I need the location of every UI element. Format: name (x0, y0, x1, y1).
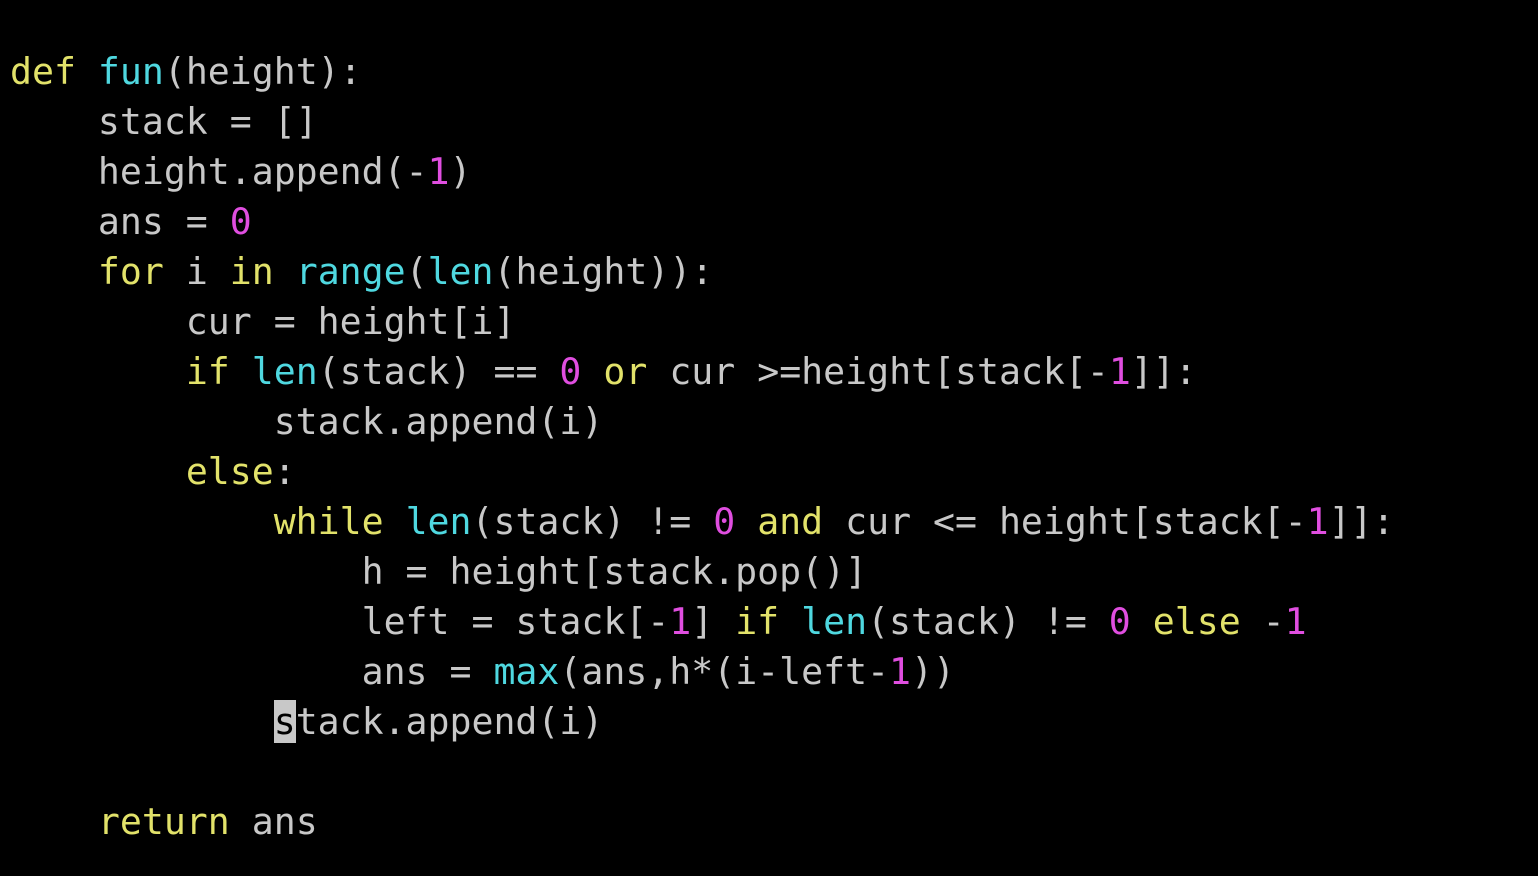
code-token-txt: (height): (163, 50, 362, 93)
code-token-kw: while (273, 500, 384, 543)
code-token-txt: left = stack[- (10, 600, 670, 643)
code-token-txt: height.append(- (10, 150, 428, 193)
code-token-txt: h = height[stack.pop()] (10, 550, 868, 593)
code-token-num: 1 (889, 650, 911, 693)
code-token-num: 0 (229, 200, 252, 243)
code-token-kw: for (97, 250, 164, 293)
code-token-kw: def (10, 50, 76, 93)
code-line[interactable]: height.append(-1) (10, 147, 1395, 197)
code-line[interactable]: if len(stack) == 0 or cur >=height[stack… (10, 347, 1395, 397)
code-token-kw: if (735, 600, 780, 643)
code-line[interactable]: while len(stack) != 0 and cur <= height[… (10, 497, 1395, 547)
code-token-kw: and (757, 500, 824, 543)
code-line[interactable]: stack.append(i) (10, 397, 1395, 447)
text-cursor: s (273, 700, 296, 743)
code-token-txt: ans = (10, 650, 494, 693)
code-token-txt: ] (691, 600, 736, 643)
code-token-fn: len (801, 600, 868, 643)
code-token-txt: (stack) != (867, 600, 1109, 643)
code-line[interactable]: stack = [] (10, 97, 1395, 147)
code-token-kw: else (185, 450, 274, 493)
code-line[interactable]: else: (10, 447, 1395, 497)
code-token-num: 0 (559, 350, 582, 393)
code-token-txt: stack.append(i) (10, 400, 604, 443)
code-token-txt: : (273, 450, 296, 493)
terminal-editor[interactable]: def fun(height): stack = [] height.appen… (0, 0, 1538, 876)
code-token-fn: len (405, 500, 472, 543)
code-token-txt: ]]: (1130, 350, 1197, 393)
code-token-num: 1 (669, 600, 692, 643)
code-token-fn: len (427, 250, 494, 293)
code-token-txt: (ans,h*(i-left- (559, 650, 890, 693)
code-view[interactable]: def fun(height): stack = [] height.appen… (10, 47, 1395, 847)
code-line[interactable]: def fun(height): (10, 47, 1395, 97)
code-token-txt: stack = [] (10, 100, 318, 143)
code-token-txt: ans (229, 800, 318, 843)
code-token-txt: (height)): (493, 250, 714, 293)
code-token-num: 0 (1108, 600, 1131, 643)
code-line[interactable]: left = stack[-1] if len(stack) != 0 else… (10, 597, 1395, 647)
code-token-txt: cur = height[i] (10, 300, 516, 343)
code-token-fn: range (295, 250, 406, 293)
code-token-kw: if (185, 350, 230, 393)
code-token-num: 0 (713, 500, 736, 543)
code-line[interactable] (10, 747, 1395, 797)
code-line[interactable]: ans = max(ans,h*(i-left-1)) (10, 647, 1395, 697)
code-token-kw: in (229, 250, 274, 293)
code-line[interactable]: stack.append(i) (10, 697, 1395, 747)
code-token-txt: stack.append(i) (273, 700, 604, 743)
code-token-num: 1 (427, 150, 450, 193)
code-token-txt: i (163, 250, 230, 293)
code-line[interactable]: cur = height[i] (10, 297, 1395, 347)
code-line[interactable]: for i in range(len(height)): (10, 247, 1395, 297)
code-token-kw: return (97, 800, 230, 843)
code-token-txt: ]]: (1328, 500, 1395, 543)
code-line[interactable]: h = height[stack.pop()] (10, 547, 1395, 597)
code-token-txt: )) (911, 650, 955, 693)
code-token-fn: len (251, 350, 318, 393)
code-token-txt: cur <= height[stack[- (823, 500, 1307, 543)
code-token-txt: cur >=height[stack[- (647, 350, 1109, 393)
code-token-fn: max (493, 650, 560, 693)
code-line[interactable]: ans = 0 (10, 197, 1395, 247)
code-token-num: 1 (1284, 600, 1307, 643)
code-token-kw: or (603, 350, 648, 393)
code-line[interactable]: return ans (10, 797, 1395, 847)
code-token-num: 1 (1306, 500, 1329, 543)
code-token-txt: ) (449, 150, 472, 193)
code-token-txt: ( (405, 250, 428, 293)
code-token-num: 1 (1108, 350, 1131, 393)
code-token-kw: else (1152, 600, 1241, 643)
code-token-txt: - (1240, 600, 1285, 643)
code-token-txt: (stack) == (317, 350, 560, 393)
code-token-txt: (stack) != (471, 500, 714, 543)
code-token-fn: fun (97, 50, 164, 93)
code-token-txt: ans = (10, 200, 230, 243)
